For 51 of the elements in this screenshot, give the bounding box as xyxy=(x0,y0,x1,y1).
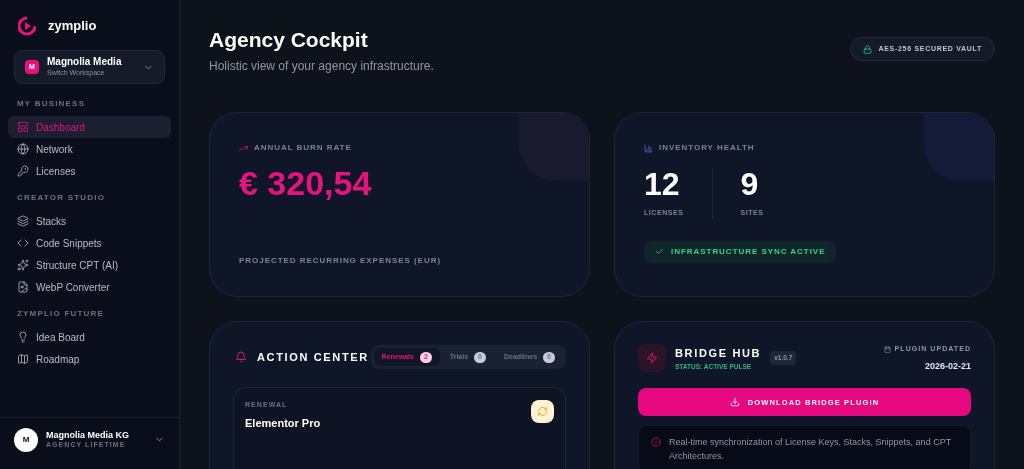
layers-icon xyxy=(17,215,29,227)
trend-up-icon xyxy=(239,143,248,153)
key-icon xyxy=(17,165,29,177)
nav-item[interactable]: Stacks xyxy=(8,210,171,232)
card-label: INVENTORY HEALTH xyxy=(659,142,755,155)
workspace-name: Magnolia Media xyxy=(47,56,123,69)
page-subtitle: Holistic view of your agency infrastructure. xyxy=(209,58,434,76)
info-text: Real-time synchronization of License Keys, Stacks, Snippets, and CPT Architectures. xyxy=(669,436,952,464)
globe-icon xyxy=(17,143,29,155)
map-icon xyxy=(17,353,29,365)
stat-value: 12 xyxy=(644,168,681,201)
sync-badge: INFRASTRUCTURE SYNC ACTIVE xyxy=(644,240,837,263)
refresh-icon xyxy=(537,406,548,418)
stat-value: 9 xyxy=(740,168,760,201)
nav-item[interactable]: Roadmap xyxy=(8,348,171,370)
account-avatar: M xyxy=(14,427,38,452)
page-title: Agency Cockpit xyxy=(209,27,369,53)
card-title: ACTION CENTER xyxy=(257,350,369,365)
nav-item[interactable]: Idea Board xyxy=(8,326,171,348)
renew-button[interactable] xyxy=(531,400,554,424)
burn-rate-value: € 320,54 xyxy=(239,166,373,201)
image-file-icon xyxy=(17,281,29,293)
lock-icon xyxy=(863,44,873,54)
calendar-icon xyxy=(883,346,891,353)
nav-item[interactable]: Dashboard xyxy=(8,116,171,138)
card-label: ANNUAL BURN RATE xyxy=(254,142,352,155)
layout-icon xyxy=(17,121,29,133)
lightbulb-icon xyxy=(17,331,29,343)
bar-chart-icon xyxy=(644,143,653,153)
download-icon xyxy=(729,397,740,408)
brand-name: zymplio xyxy=(48,17,97,36)
bolt-icon xyxy=(646,352,658,365)
section-heading: MY BUSINESS xyxy=(16,98,87,110)
nav-item[interactable]: Code Snippets xyxy=(8,232,171,254)
info-icon xyxy=(651,437,661,448)
card-caption: PROJECTED RECURRING EXPENSES (EUR) xyxy=(239,255,442,268)
nav-item[interactable]: Licenses xyxy=(8,160,171,182)
check-icon xyxy=(655,247,664,257)
updated-date: 2026-02-21 xyxy=(924,359,971,373)
section-heading: CREATOR STUDIO xyxy=(16,192,107,204)
card-title: BRIDGE HUB xyxy=(675,346,762,362)
nav-item[interactable]: Network xyxy=(8,138,171,160)
logo-icon xyxy=(18,16,36,36)
item-name: Elementor Pro xyxy=(245,415,321,431)
section-heading: ZYMPLIO FUTURE xyxy=(16,308,106,320)
bell-icon xyxy=(235,351,247,364)
nav-item[interactable]: WebP Converter xyxy=(8,276,171,298)
code-icon xyxy=(17,237,29,249)
sparkles-icon xyxy=(17,259,29,271)
nav-item[interactable]: Structure CPT (AI) xyxy=(8,254,171,276)
account-name: Magnolia Media KG xyxy=(46,429,130,441)
